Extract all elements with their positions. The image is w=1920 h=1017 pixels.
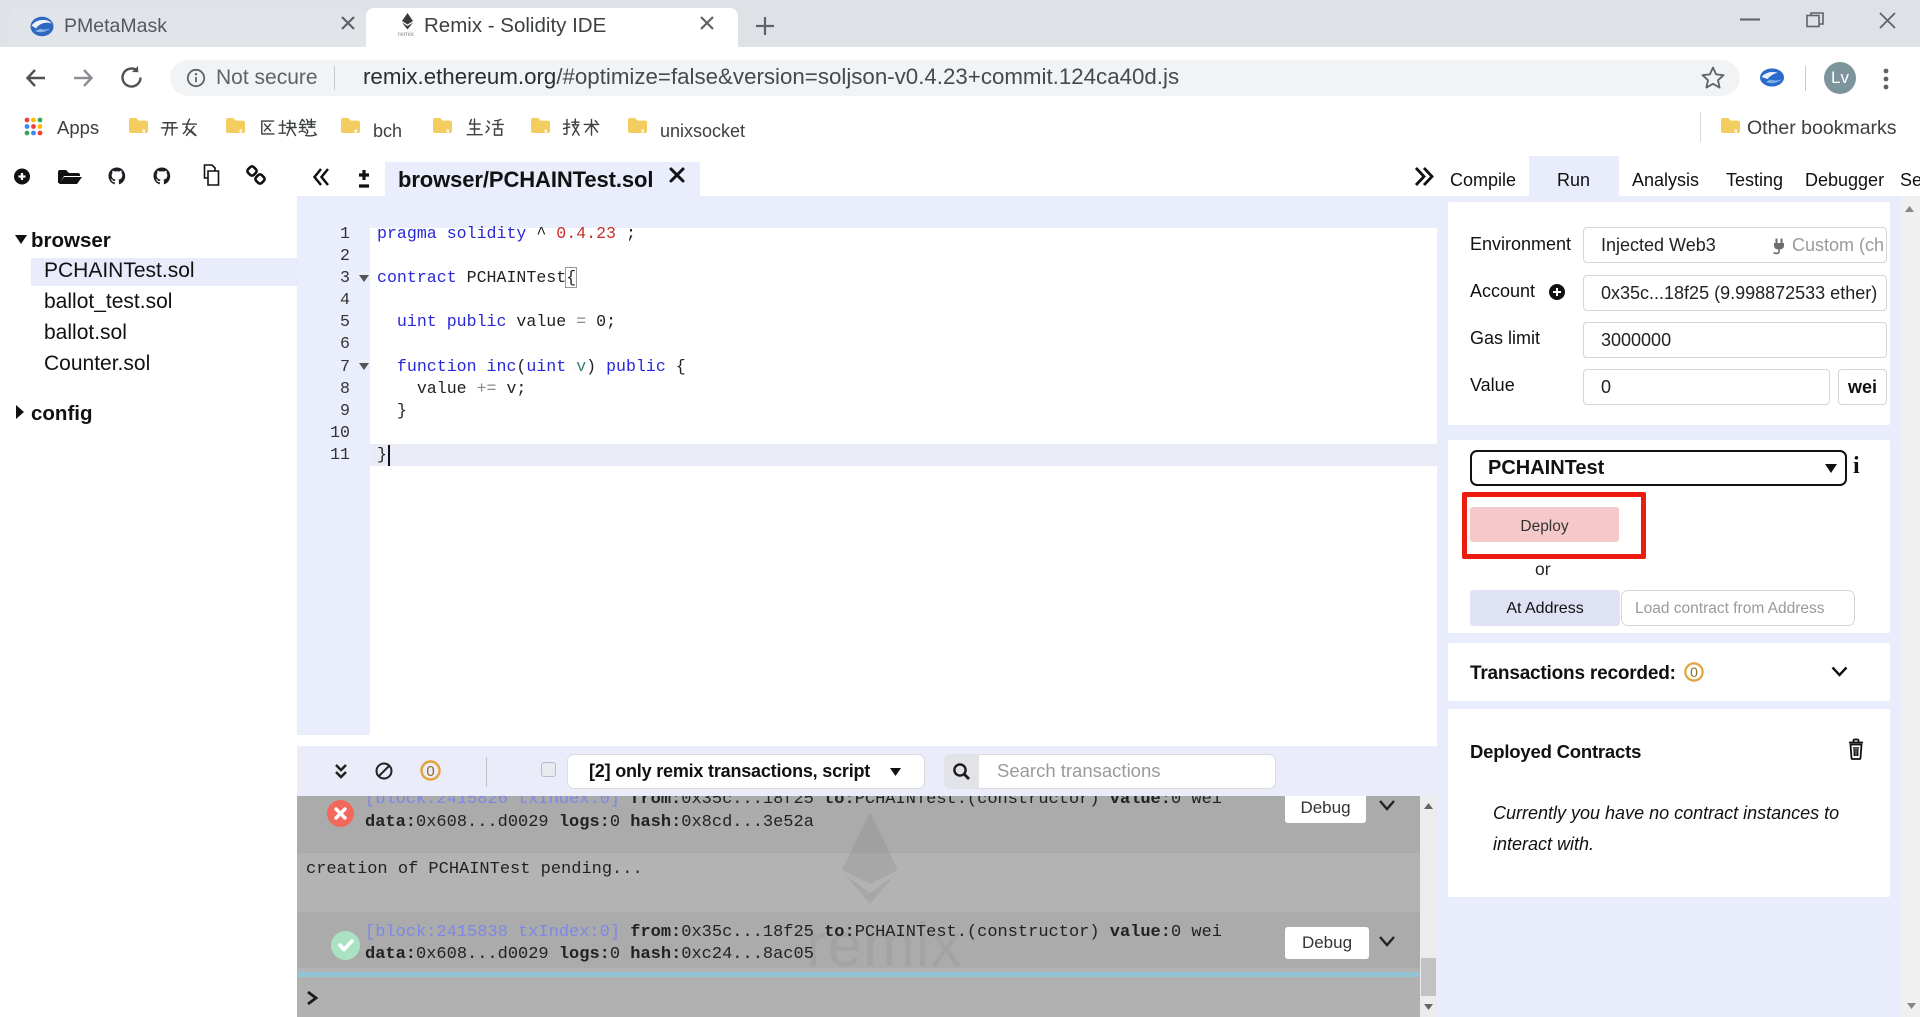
svg-text:unixsocket: unixsocket [660,121,745,141]
svg-text:0: 0 [1690,664,1698,680]
svg-text:remix: remix [398,31,415,38]
svg-text:bch: bch [373,121,402,141]
svg-text:0: 0 [426,763,434,780]
